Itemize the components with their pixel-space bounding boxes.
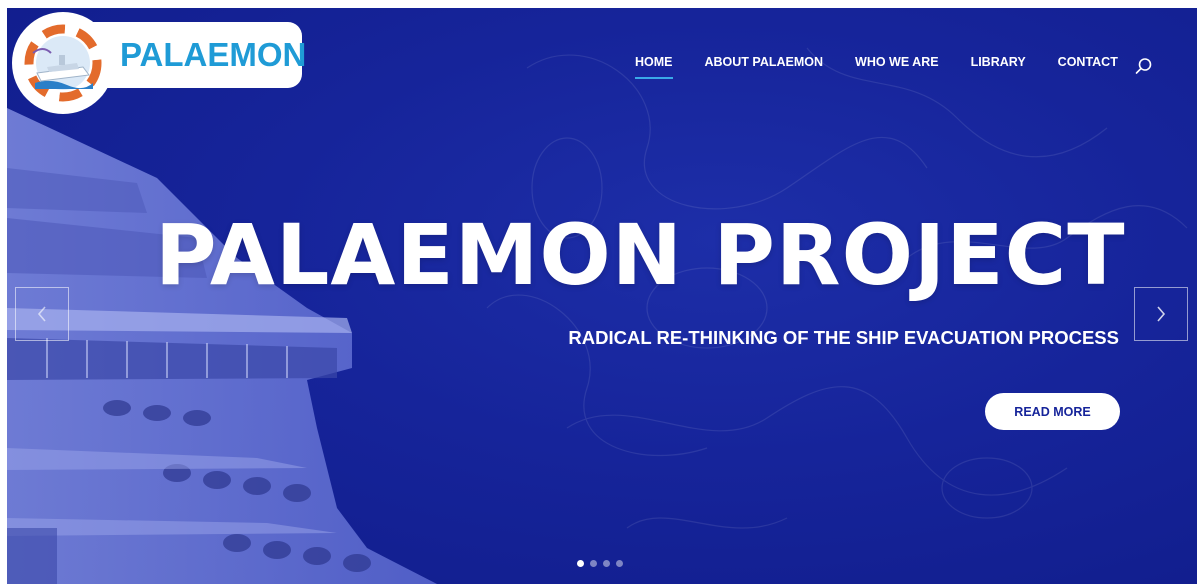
slider-prev-button[interactable] (15, 287, 69, 341)
hero-subtitle: RADICAL RE-THINKING OF THE SHIP EVACUATI… (568, 327, 1119, 348)
slider-dot-1[interactable] (577, 560, 584, 567)
hero-title: PALAEMON PROJECT (155, 206, 1126, 304)
chevron-right-icon (1157, 306, 1166, 322)
lifebuoy-ship-logo-icon (24, 24, 102, 102)
nav-item-home[interactable]: HOME (635, 55, 673, 79)
main-navigation: HOME ABOUT PALAEMON WHO WE ARE LIBRARY C… (635, 55, 1150, 85)
nav-item-who-we-are[interactable]: WHO WE ARE (855, 55, 939, 69)
nav-item-contact[interactable]: CONTACT (1058, 55, 1118, 69)
chevron-left-icon (37, 306, 46, 322)
slider-dot-2[interactable] (590, 560, 597, 567)
nav-item-library[interactable]: LIBRARY (971, 55, 1026, 69)
logo-wordmark: PALAEMON (120, 36, 307, 73)
search-icon[interactable] (1135, 57, 1153, 75)
slider-pagination (577, 560, 623, 567)
slider-dot-4[interactable] (616, 560, 623, 567)
site-logo[interactable]: PALAEMON (12, 12, 312, 114)
read-more-button[interactable]: READ MORE (985, 393, 1120, 430)
slider-next-button[interactable] (1134, 287, 1188, 341)
nav-item-about-palaemon[interactable]: ABOUT PALAEMON (705, 55, 824, 69)
slider-dot-3[interactable] (603, 560, 610, 567)
